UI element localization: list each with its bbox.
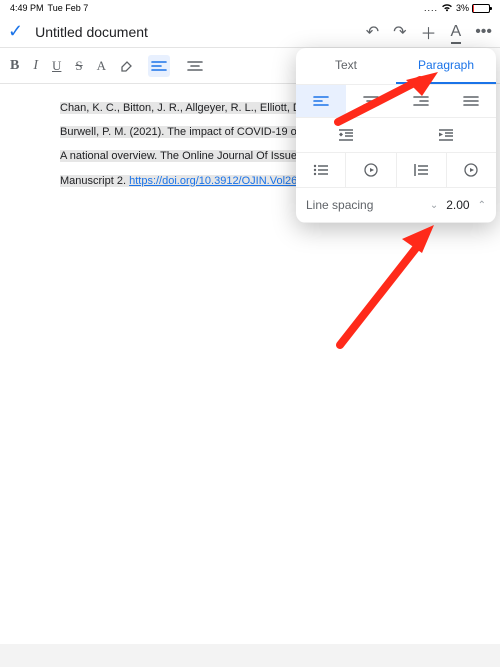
tab-paragraph[interactable]: Paragraph bbox=[396, 48, 496, 84]
strike-button[interactable]: S bbox=[75, 58, 82, 74]
text-color-button[interactable]: A bbox=[97, 58, 106, 74]
outdent-button[interactable] bbox=[296, 118, 396, 152]
line-spacing-decrease[interactable]: ⌄ bbox=[430, 200, 438, 211]
numbered-list-button[interactable] bbox=[397, 153, 447, 187]
add-button[interactable]: ＋ bbox=[421, 20, 437, 44]
toolbar-align-left-button[interactable] bbox=[148, 55, 170, 77]
toolbar-align-center-button[interactable] bbox=[184, 55, 206, 77]
line-spacing-value: 2.00 bbox=[446, 198, 469, 212]
bold-button[interactable]: B bbox=[10, 58, 19, 74]
clock: 4:49 PM bbox=[10, 3, 44, 13]
title-bar: ✓ Untitled document ↶ ↷ ＋ A ••• bbox=[0, 16, 500, 48]
alignment-row bbox=[296, 85, 496, 118]
undo-button[interactable]: ↶ bbox=[366, 22, 379, 42]
align-center-button[interactable] bbox=[346, 85, 396, 117]
indent-row bbox=[296, 118, 496, 153]
wifi-icon bbox=[441, 3, 453, 14]
more-button[interactable]: ••• bbox=[475, 23, 492, 41]
align-justify-button[interactable] bbox=[446, 85, 496, 117]
bulleted-list-options-button[interactable] bbox=[346, 153, 396, 187]
align-right-button[interactable] bbox=[396, 85, 446, 117]
align-left-button[interactable] bbox=[296, 85, 346, 117]
done-check-icon[interactable]: ✓ bbox=[8, 21, 23, 42]
document-title[interactable]: Untitled document bbox=[35, 24, 354, 40]
format-popup: Text Paragraph bbox=[296, 48, 496, 223]
text-line-4: Manuscript 2. bbox=[60, 175, 129, 187]
numbered-list-options-button[interactable] bbox=[447, 153, 496, 187]
format-button[interactable]: A bbox=[451, 23, 462, 41]
status-bar: 4:49 PM Tue Feb 7 .... 3% bbox=[0, 0, 500, 16]
underline-button[interactable]: U bbox=[52, 58, 61, 74]
line-spacing-label: Line spacing bbox=[306, 198, 430, 212]
highlight-button[interactable] bbox=[120, 59, 134, 73]
list-row bbox=[296, 153, 496, 188]
line-spacing-increase[interactable]: ⌃ bbox=[478, 200, 486, 211]
battery-pct: 3% bbox=[456, 3, 469, 13]
indent-button[interactable] bbox=[396, 118, 496, 152]
line-spacing-row: Line spacing ⌄ 2.00 ⌃ bbox=[296, 188, 496, 223]
status-right: .... 3% bbox=[424, 3, 490, 14]
redo-button[interactable]: ↷ bbox=[393, 22, 406, 42]
battery-icon bbox=[472, 4, 490, 13]
italic-button[interactable]: I bbox=[33, 58, 38, 74]
bulleted-list-button[interactable] bbox=[296, 153, 346, 187]
cellular-icon: .... bbox=[424, 3, 438, 13]
tab-text[interactable]: Text bbox=[296, 48, 396, 84]
date: Tue Feb 7 bbox=[44, 3, 424, 13]
